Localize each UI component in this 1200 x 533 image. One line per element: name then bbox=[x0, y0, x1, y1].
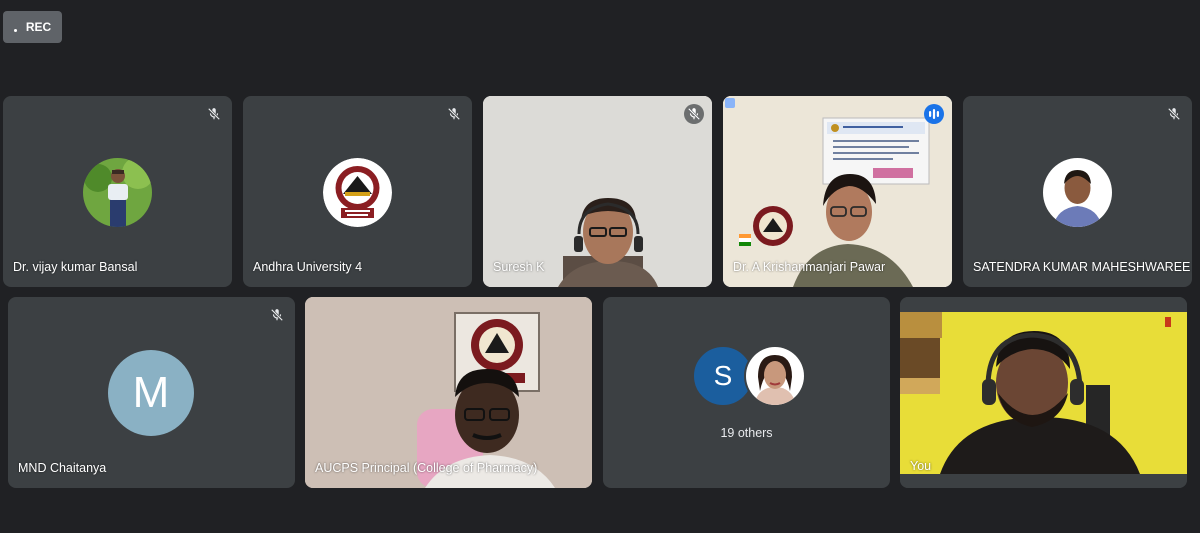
participant-tile-andhra-university[interactable]: Andhra University 4 bbox=[243, 96, 472, 287]
speaking-indicator-icon bbox=[924, 104, 944, 124]
avatar-letter: S bbox=[713, 360, 733, 391]
participant-name: AUCPS Principal (College of Pharmacy) bbox=[315, 461, 538, 475]
video-feed bbox=[723, 96, 952, 287]
participant-tile-vijay[interactable]: Dr. vijay kumar Bansal bbox=[3, 96, 232, 287]
mic-off-icon bbox=[204, 104, 224, 124]
participant-name: Dr. vijay kumar Bansal bbox=[13, 260, 138, 274]
others-tile[interactable]: S 19 others bbox=[603, 297, 890, 488]
participant-tile-suresh[interactable]: Suresh K bbox=[483, 96, 712, 287]
participant-tile-chaitanya[interactable]: M MND Chaitanya bbox=[8, 297, 295, 488]
mic-off-icon bbox=[684, 104, 704, 124]
participant-name: Dr. A Krishanmanjari Pawar bbox=[733, 260, 886, 274]
profile-photo-avatar bbox=[83, 158, 152, 227]
letter-avatar: M bbox=[108, 350, 194, 436]
mic-off-icon bbox=[1164, 104, 1184, 124]
mic-off-icon bbox=[267, 305, 287, 325]
video-feed bbox=[900, 297, 1187, 488]
participant-name: You bbox=[910, 459, 932, 473]
participant-tile-krishanmanjari[interactable]: Dr. A Krishanmanjari Pawar bbox=[723, 96, 952, 287]
recording-indicator[interactable]: REC bbox=[3, 11, 62, 43]
video-feed bbox=[305, 297, 592, 488]
profile-photo-avatar bbox=[744, 345, 806, 407]
avatar-letter: M bbox=[132, 368, 170, 417]
participant-tile-aucps-principal[interactable]: AUCPS Principal (College of Pharmacy) bbox=[305, 297, 592, 488]
participant-name: Suresh K bbox=[493, 260, 545, 274]
mic-off-icon bbox=[444, 104, 464, 124]
others-count-label: 19 others bbox=[720, 426, 773, 440]
participant-tile-self[interactable]: You bbox=[900, 297, 1187, 488]
profile-photo-avatar bbox=[1043, 158, 1112, 227]
pin-icon bbox=[725, 98, 735, 108]
video-feed bbox=[483, 96, 712, 287]
recording-dot-icon bbox=[13, 28, 17, 32]
participant-name: SATENDRA KUMAR MAHESHWAREE bbox=[973, 260, 1191, 274]
participant-tile-satendra[interactable]: SATENDRA KUMAR MAHESHWAREE bbox=[963, 96, 1192, 287]
recording-label: REC bbox=[25, 20, 52, 34]
participant-name: MND Chaitanya bbox=[18, 461, 107, 475]
university-logo-avatar bbox=[323, 158, 392, 227]
participant-name: Andhra University 4 bbox=[253, 260, 363, 274]
